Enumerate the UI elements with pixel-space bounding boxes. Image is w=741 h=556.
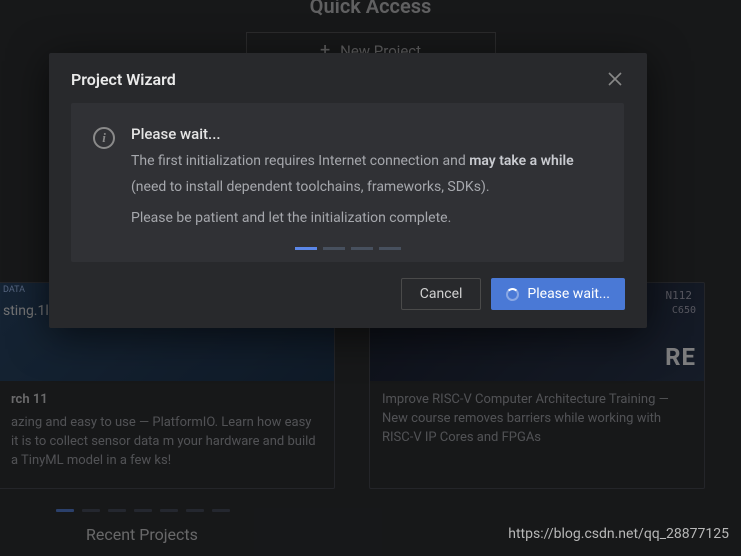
- info-icon: i: [93, 127, 115, 149]
- info-panel: i Please wait... The first initializatio…: [71, 103, 624, 262]
- info-line-1: The first initialization requires Intern…: [131, 151, 574, 173]
- modal-title: Project Wizard: [71, 70, 176, 89]
- close-icon[interactable]: [605, 69, 625, 89]
- please-wait-button[interactable]: Please wait...: [491, 278, 625, 310]
- info-line-2: (need to install dependent toolchains, f…: [131, 177, 574, 199]
- project-wizard-modal: Project Wizard i Please wait... The firs…: [49, 53, 647, 328]
- cancel-button[interactable]: Cancel: [401, 278, 482, 310]
- spinner-icon: [506, 288, 519, 301]
- wait-title: Please wait...: [131, 125, 574, 143]
- primary-button-label: Please wait...: [527, 286, 610, 302]
- info-line-3: Please be patient and let the initializa…: [131, 208, 574, 230]
- watermark-text: https://blog.csdn.net/qq_28877125: [508, 526, 729, 542]
- segment-progress: [295, 247, 401, 250]
